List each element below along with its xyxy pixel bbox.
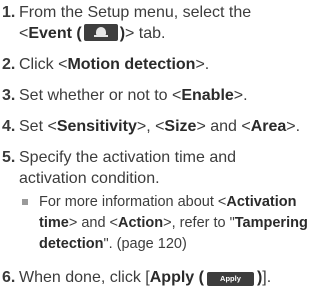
note-line-2: time> and <Action>, refer to "Tampering xyxy=(39,213,332,234)
step-6-prefix: When done, click [ xyxy=(19,269,150,286)
step-1-suffix: > tab. xyxy=(125,25,166,42)
enable-label: Enable xyxy=(181,87,234,104)
step-number: 4. xyxy=(2,118,16,135)
area-label: Area xyxy=(250,118,287,135)
step-4-mid-1: >, < xyxy=(136,118,165,135)
step-number: 2. xyxy=(2,56,16,73)
step-6-suffix: ]. xyxy=(262,269,272,286)
note-line-3: detection". (page 120) xyxy=(39,234,332,255)
step-5-line-2: activation condition. xyxy=(19,170,160,187)
note-line-1: For more information about <Activation xyxy=(39,192,332,213)
time-label: time xyxy=(39,215,69,231)
step-1-line-2: <Event ()> tab. xyxy=(19,24,166,42)
note-text-segment: >, refer to " xyxy=(163,215,235,231)
apply-label: Apply ( xyxy=(149,269,204,286)
activation-label: Activation xyxy=(226,194,297,210)
step-1-line-1: From the Setup menu, select the xyxy=(19,4,252,21)
motion-detection-label: Motion detection xyxy=(67,56,196,73)
step-text: When done, click [Apply (Apply)]. xyxy=(19,267,331,288)
action-label: Action xyxy=(118,215,164,231)
step-text: Set <Sensitivity>, <Size> and <Area>. xyxy=(19,116,331,137)
bell-icon xyxy=(83,24,118,41)
apply-button-image: Apply xyxy=(206,272,254,286)
detection-label: detection xyxy=(39,236,104,252)
step-text: From the Setup menu, select the <Event (… xyxy=(19,2,331,44)
step-3-prefix: Set whether or not to < xyxy=(19,87,182,104)
step-4-suffix: >. xyxy=(286,118,301,135)
note-text: For more information about <Activation t… xyxy=(39,192,332,255)
note-text-segment: > and < xyxy=(68,215,119,231)
step-number: 1. xyxy=(2,4,16,21)
step-number: 5. xyxy=(2,149,16,166)
step-4-prefix: Set < xyxy=(19,118,57,135)
tampering-label: Tampering xyxy=(234,215,308,231)
event-tab-label: Event ( xyxy=(28,25,82,42)
sensitivity-label: Sensitivity xyxy=(56,118,137,135)
bracket-open: < xyxy=(19,25,29,42)
step-4-mid-2: > and < xyxy=(196,118,251,135)
page-reference: ". (page 120) xyxy=(103,236,187,252)
square-bullet-icon xyxy=(22,199,28,205)
step-2-prefix: Click < xyxy=(19,56,68,73)
step-text: Specify the activation time and activati… xyxy=(19,147,331,189)
step-2-suffix: >. xyxy=(195,56,210,73)
step-number: 6. xyxy=(2,269,16,286)
step-3-suffix: >. xyxy=(233,87,248,104)
step-5-line-1: Specify the activation time and xyxy=(19,149,237,166)
size-label: Size xyxy=(164,118,197,135)
step-number: 3. xyxy=(2,87,16,104)
step-text: Click <Motion detection>. xyxy=(19,54,331,75)
step-text: Set whether or not to <Enable>. xyxy=(19,85,331,106)
instruction-page: 1. From the Setup menu, select the <Even… xyxy=(0,0,332,293)
note-text-segment: For more information about < xyxy=(39,194,227,210)
